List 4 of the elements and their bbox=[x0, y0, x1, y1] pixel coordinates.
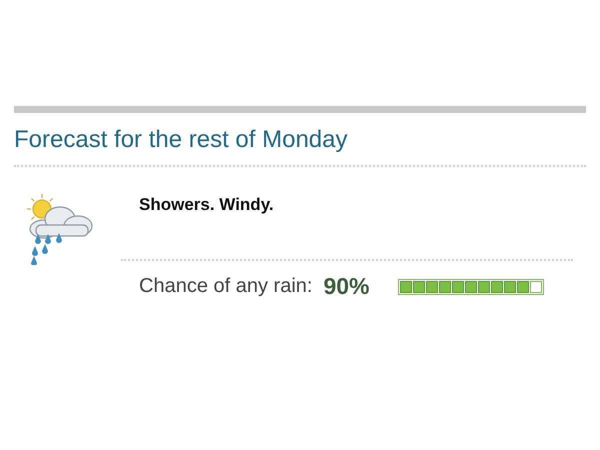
rain-label: Chance of any rain: bbox=[139, 275, 312, 298]
forecast-heading: Forecast for the rest of Monday bbox=[14, 125, 348, 155]
rain-percentage: 90% bbox=[323, 273, 370, 300]
forecast-summary: Showers. Windy. bbox=[139, 195, 275, 216]
